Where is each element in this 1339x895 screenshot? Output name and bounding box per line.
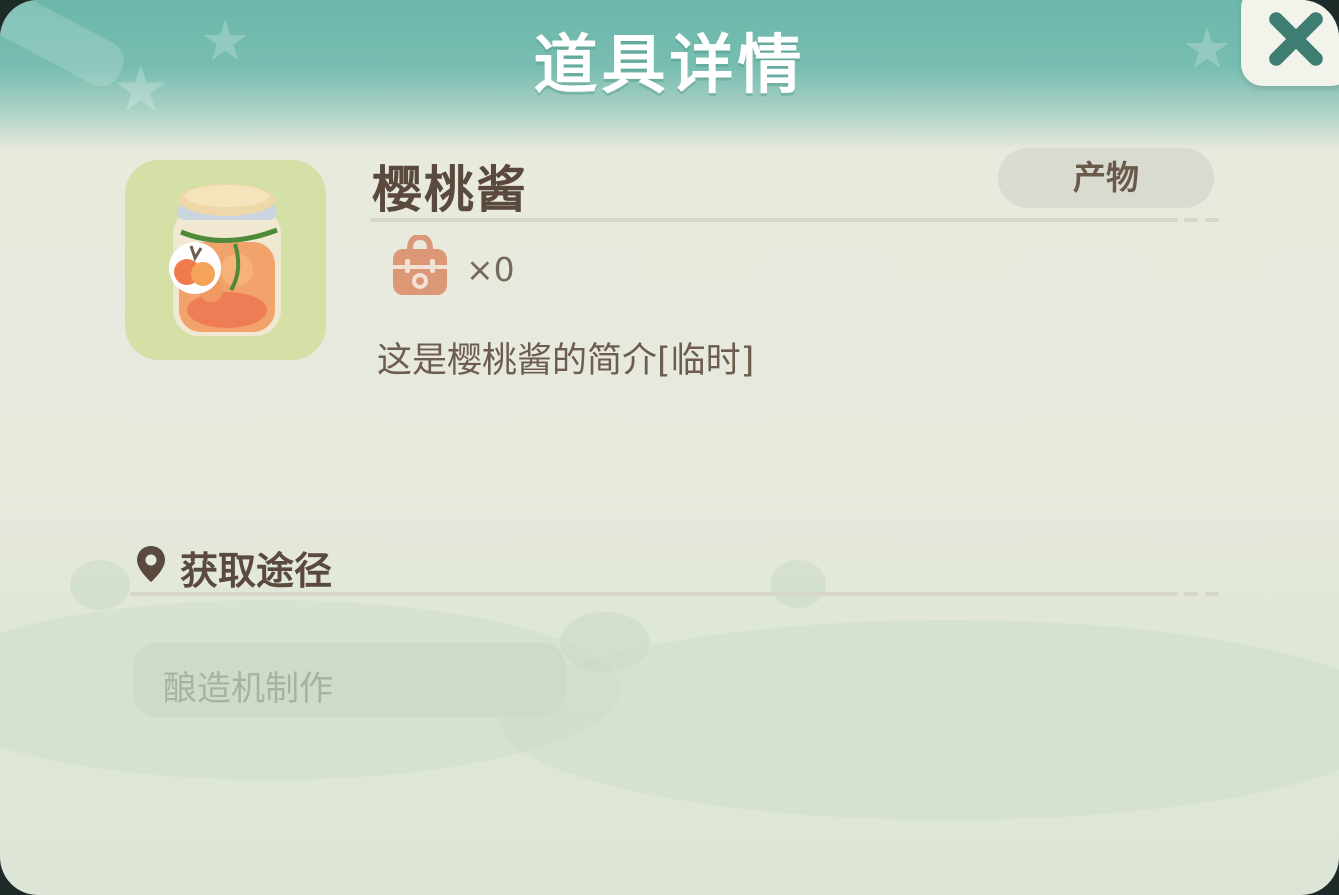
divider xyxy=(130,592,1178,596)
item-image-tile xyxy=(125,160,326,360)
backpack-icon xyxy=(393,235,447,295)
divider-dash xyxy=(1205,218,1219,222)
cherry-jam-jar-icon xyxy=(169,184,281,336)
item-description: 这是樱桃酱的简介[临时] xyxy=(377,341,755,381)
section-title: 获取途径 xyxy=(180,549,333,593)
divider-dash xyxy=(1205,592,1219,596)
page-title: 道具详情 xyxy=(533,29,806,103)
source-entry-label: 酿造机制作 xyxy=(163,669,333,709)
divider-dash xyxy=(1184,592,1198,596)
owned-count: ×0 xyxy=(466,250,515,289)
source-entry-button[interactable]: 酿造机制作 xyxy=(133,643,566,717)
item-detail-panel: ★ ★ ★ 道具详情 樱桃酱 产物 ×0 这是樱桃酱的简介[临时] 获取途径 酿… xyxy=(0,0,1339,895)
location-pin-icon xyxy=(137,546,165,582)
header-banner: ★ ★ ★ 道具详情 xyxy=(0,0,1339,150)
close-button[interactable] xyxy=(1241,0,1339,86)
divider-dash xyxy=(1184,218,1198,222)
divider xyxy=(370,218,1178,222)
category-badge: 产物 xyxy=(998,148,1214,208)
background-tree xyxy=(70,560,130,610)
background-tree xyxy=(770,560,826,608)
item-name: 樱桃酱 xyxy=(372,161,528,219)
background-tree xyxy=(560,612,650,672)
